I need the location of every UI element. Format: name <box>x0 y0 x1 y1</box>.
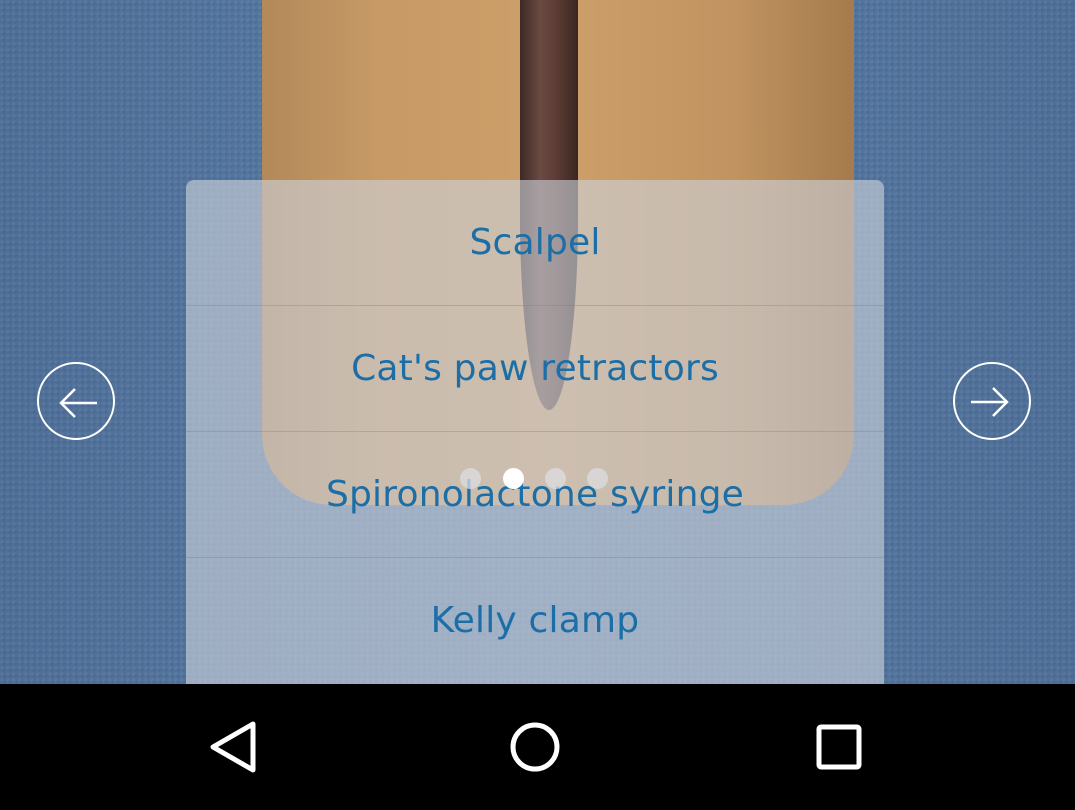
page-dot[interactable] <box>460 468 481 489</box>
page-dot-active[interactable] <box>503 468 524 489</box>
page-dot[interactable] <box>587 468 608 489</box>
back-triangle-icon <box>210 721 256 773</box>
recents-square-icon <box>816 724 862 770</box>
system-navigation-bar <box>0 684 1075 810</box>
option-kelly-clamp[interactable]: Kelly clamp <box>186 558 884 683</box>
option-spironolactone-syringe[interactable]: Spironolactone syringe <box>186 432 884 558</box>
page-indicator <box>460 468 620 490</box>
next-button[interactable] <box>953 362 1031 440</box>
back-button[interactable] <box>173 684 293 810</box>
instrument-choice-card: Scalpel Cat's paw retractors Spironolact… <box>186 180 884 684</box>
option-scalpel[interactable]: Scalpel <box>186 180 884 306</box>
option-label: Scalpel <box>469 222 601 263</box>
option-label: Kelly clamp <box>430 600 640 641</box>
home-circle-icon <box>510 722 560 772</box>
home-button[interactable] <box>475 684 595 810</box>
previous-button[interactable] <box>37 362 115 440</box>
recents-button[interactable] <box>779 684 899 810</box>
option-cats-paw-retractors[interactable]: Cat's paw retractors <box>186 306 884 432</box>
option-label: Cat's paw retractors <box>351 348 719 389</box>
arrow-left-icon <box>59 388 97 418</box>
page-dot[interactable] <box>545 468 566 489</box>
arrow-right-icon <box>971 387 1009 417</box>
